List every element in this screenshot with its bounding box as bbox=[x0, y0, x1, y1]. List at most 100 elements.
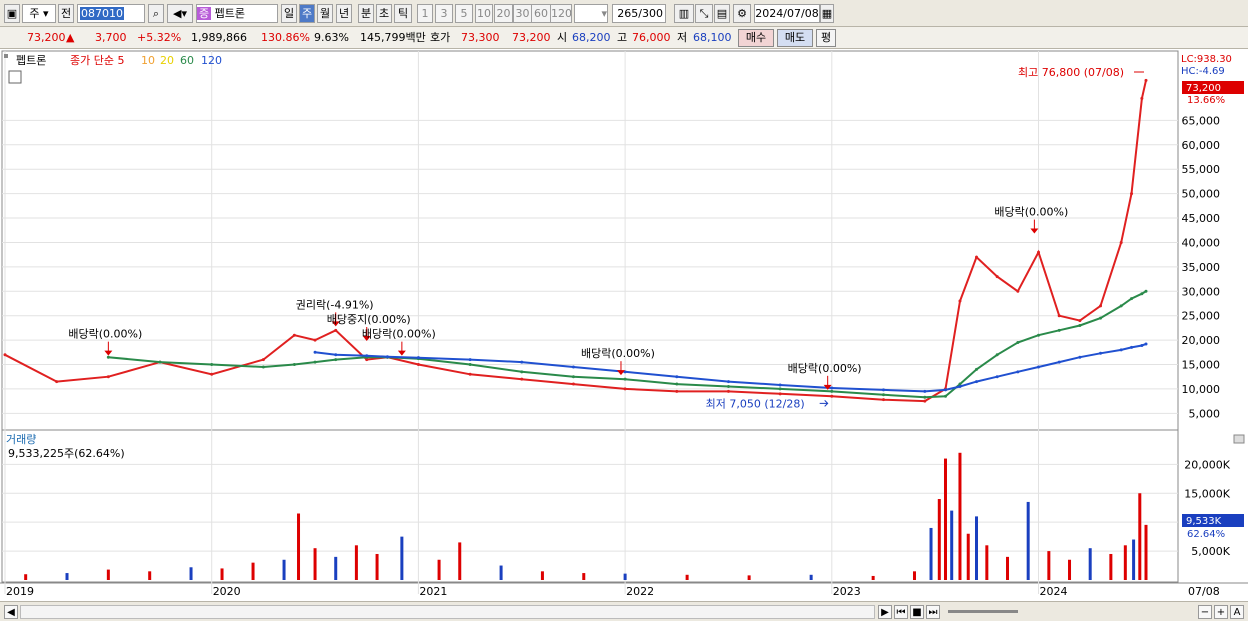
price-tick-label: 10,000 bbox=[1182, 383, 1221, 396]
series-point bbox=[334, 358, 338, 362]
chart-area[interactable]: 최고 76,800 (07/08) 최저 7,050 (12/28) 배당락(0.0… bbox=[0, 49, 1248, 601]
flat-button[interactable]: 평 bbox=[816, 29, 836, 47]
interval-1[interactable]: 1 bbox=[417, 4, 433, 23]
dividend-arrow-head bbox=[1030, 228, 1039, 234]
series-line-0 bbox=[4, 80, 1147, 403]
dividend-annotation: 배당중지(0.00%) bbox=[327, 313, 411, 326]
series-point bbox=[158, 360, 162, 364]
market-select[interactable]: 주 ▾ bbox=[22, 4, 56, 23]
interval-20[interactable]: 20 bbox=[494, 4, 513, 23]
series-point bbox=[1119, 240, 1123, 244]
sell-button[interactable]: 매도 bbox=[777, 29, 813, 47]
series-point bbox=[1130, 297, 1134, 301]
zoom-in-icon[interactable]: + bbox=[1214, 605, 1228, 619]
period-week[interactable]: 주 bbox=[299, 4, 315, 23]
interval-3[interactable]: 3 bbox=[435, 4, 453, 23]
price-tick-label: 20,000 bbox=[1182, 334, 1221, 347]
interval-10[interactable]: 10 bbox=[475, 4, 493, 23]
x-tick-label: 2024 bbox=[1040, 585, 1068, 598]
series-point bbox=[995, 353, 999, 357]
speaker-icon[interactable]: ◀▾ bbox=[167, 4, 193, 23]
legend-title: 펩트론 bbox=[16, 54, 46, 67]
volume-bar bbox=[458, 542, 462, 580]
volume-bar bbox=[313, 548, 317, 580]
quote-bar: 73,200 ▲ 3,700 +5.32% 1,989,866 130.86% … bbox=[0, 27, 1248, 49]
last-icon[interactable]: ⏭ bbox=[926, 605, 940, 619]
font-size-icon[interactable]: A bbox=[1230, 605, 1244, 619]
search-icon[interactable]: ⌕ bbox=[148, 4, 164, 23]
price-tick-label: 15,000 bbox=[1182, 359, 1221, 372]
volume-bar bbox=[950, 510, 954, 580]
series-point bbox=[55, 380, 59, 384]
quote-arrow: ▲ bbox=[66, 31, 75, 44]
series-point bbox=[520, 377, 524, 381]
buy-button[interactable]: 매수 bbox=[738, 29, 774, 47]
x-tick-label: 2019 bbox=[6, 585, 34, 598]
series-point bbox=[416, 363, 420, 367]
volume-bar bbox=[937, 499, 941, 580]
dividend-annotation: 배당락(0.00%) bbox=[362, 328, 436, 341]
legend-ma10: 10 bbox=[141, 54, 155, 67]
interval-30[interactable]: 30 bbox=[513, 4, 532, 23]
series-point bbox=[675, 375, 679, 379]
volume-bar bbox=[375, 553, 379, 580]
volume-bar bbox=[334, 556, 338, 580]
stock-name-field[interactable]: 증 펩트론 bbox=[196, 4, 278, 23]
price-tick-label: 45,000 bbox=[1182, 212, 1221, 225]
period-second[interactable]: 초 bbox=[376, 4, 392, 23]
draw-tool-icon[interactable]: ⤡ bbox=[695, 4, 713, 23]
quote-low: 68,100 bbox=[693, 31, 732, 44]
period-tick[interactable]: 틱 bbox=[394, 4, 412, 23]
settings-gear-icon[interactable]: ⚙ bbox=[733, 4, 751, 23]
interval-60[interactable]: 60 bbox=[531, 4, 551, 23]
series-point bbox=[1130, 345, 1134, 349]
volume-bar bbox=[747, 575, 751, 580]
volume-bar bbox=[220, 568, 224, 580]
series-point bbox=[830, 389, 834, 393]
stock-name: 펩트론 bbox=[214, 7, 245, 20]
bottom-bar: ◀ ▶ ⏮ ■ ⏭ − + A bbox=[0, 601, 1248, 621]
date-input[interactable]: 2024/07/08 bbox=[754, 4, 820, 23]
period-minute[interactable]: 분 bbox=[358, 4, 374, 23]
quote-price: 73,200 bbox=[27, 31, 66, 44]
volume-close-icon[interactable] bbox=[1233, 434, 1245, 444]
interval-5[interactable]: 5 bbox=[455, 4, 473, 23]
stop-icon[interactable]: ■ bbox=[910, 605, 924, 619]
pct-tag: 13.66% bbox=[1187, 95, 1225, 106]
prev-button[interactable]: 전 bbox=[58, 4, 74, 23]
quote-bid1: 73,300 bbox=[461, 31, 500, 44]
count-input[interactable]: 265/300 bbox=[612, 4, 666, 23]
zoom-out-icon[interactable]: − bbox=[1198, 605, 1212, 619]
grid-toggle-icon[interactable] bbox=[8, 70, 22, 84]
x-tick-label: 2020 bbox=[213, 585, 241, 598]
first-icon[interactable]: ⏮ bbox=[894, 605, 908, 619]
hc-label: HC:-4.69 bbox=[1181, 66, 1225, 77]
legend-ma120: 120 bbox=[201, 54, 222, 67]
custom-interval-select[interactable]: ▾ bbox=[574, 4, 608, 23]
scroll-right-icon[interactable]: ▶ bbox=[878, 605, 892, 619]
volume-bar bbox=[540, 571, 544, 580]
price-chart[interactable]: 최고 76,800 (07/08) 최저 7,050 (12/28) 배당락(0.0… bbox=[0, 49, 1248, 601]
scrollbar-track[interactable] bbox=[20, 605, 875, 619]
legend-ma20: 20 bbox=[160, 54, 174, 67]
dividend-annotation: 배당락(0.00%) bbox=[68, 328, 142, 341]
zoom-slider[interactable] bbox=[948, 610, 1018, 613]
series-point bbox=[726, 380, 730, 384]
quote-change-pct: +5.32% bbox=[137, 31, 182, 44]
calendar-icon[interactable]: ▦ bbox=[820, 4, 834, 23]
period-month[interactable]: 월 bbox=[317, 4, 333, 23]
stock-code-input[interactable]: 087010 bbox=[77, 4, 145, 23]
scroll-left-icon[interactable]: ◀ bbox=[4, 605, 18, 619]
series-point bbox=[334, 353, 338, 357]
period-year[interactable]: 년 bbox=[336, 4, 352, 23]
volume-bar bbox=[966, 533, 970, 580]
volume-bar bbox=[623, 573, 627, 580]
interval-120[interactable]: 120 bbox=[550, 4, 572, 23]
series-point bbox=[1037, 333, 1041, 337]
layout-icon[interactable]: ▣ bbox=[4, 4, 20, 23]
save-icon[interactable]: ▤ bbox=[714, 4, 730, 23]
series-point bbox=[958, 299, 962, 303]
period-day[interactable]: 일 bbox=[281, 4, 297, 23]
candle-type-icon[interactable]: ▥ bbox=[674, 4, 694, 23]
series-point bbox=[571, 365, 575, 369]
